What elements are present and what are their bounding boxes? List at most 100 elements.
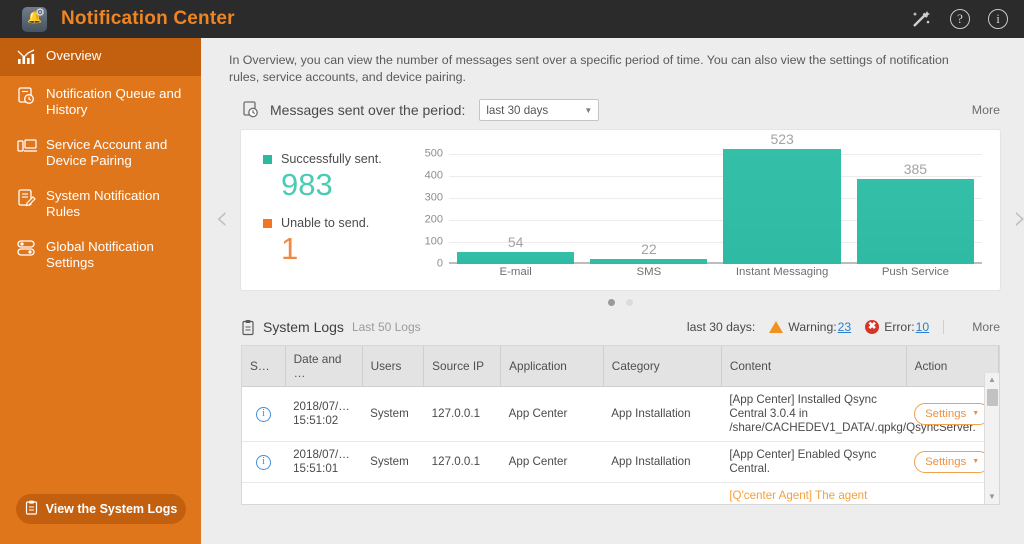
sidebar-item-label: Notification Queue and History — [46, 86, 182, 117]
application-cell: — — [500, 482, 604, 504]
chart-bars-icon — [16, 47, 46, 66]
x-tick: SMS — [636, 266, 662, 278]
table-column-header[interactable]: Source IP — [423, 346, 502, 387]
devices-icon — [16, 136, 46, 155]
source-ip-cell: 127.0.0.1 — [423, 441, 501, 483]
logs-more-link[interactable]: More — [972, 320, 1000, 334]
view-system-logs-label: View the System Logs — [45, 502, 178, 516]
y-tick: 0 — [436, 257, 443, 270]
error-count-link[interactable]: 10 — [916, 320, 930, 334]
category-cell: — — [603, 482, 722, 504]
settings-button[interactable]: Settings ▼ — [914, 403, 991, 425]
sidebar-item-label: Service Account and Device Pairing — [46, 137, 168, 168]
help-icon[interactable]: ? — [950, 9, 970, 29]
legend-label-fail: Unable to send. — [281, 216, 370, 230]
chart-bars: 54 22 523 385 — [449, 131, 982, 264]
clipboard-small-icon — [241, 319, 255, 336]
chevron-down-icon: ▼ — [972, 410, 980, 417]
y-tick: 100 — [424, 235, 443, 248]
success-total: 983 — [281, 167, 333, 202]
system-logs-subtitle: Last 50 Logs — [351, 320, 421, 334]
warning-icon — [769, 321, 784, 333]
sidebar-item-system-notification-rules[interactable]: System Notification Rules — [0, 178, 201, 229]
carousel-dot-1[interactable] — [608, 299, 615, 306]
period-select-value: last 30 days — [486, 103, 549, 117]
warning-badge: Warning: 23 — [769, 320, 851, 334]
titlebar-actions: ? i — [910, 8, 1008, 30]
scrollbar-thumb[interactable] — [987, 389, 998, 406]
scroll-down-icon[interactable]: ▼ — [985, 490, 999, 504]
error-label: Error: — [884, 320, 915, 334]
sidebar-item-service-account-and-device-pairing[interactable]: Service Account and Device Pairing — [0, 127, 201, 178]
scroll-up-icon[interactable]: ▲ — [985, 373, 999, 387]
sidebar-item-overview[interactable]: Overview — [0, 38, 201, 76]
table-row[interactable]: 2018/07/…15:44:41Qcenter127.0.0.1——[Q'ce… — [242, 482, 999, 504]
carousel-dot-2[interactable] — [626, 299, 633, 306]
period-select[interactable]: last 30 days ▼ — [479, 99, 600, 121]
content-cell: [App Center] Installed Qsync Central 3.0… — [721, 386, 976, 442]
wizard-wand-icon[interactable] — [910, 8, 932, 30]
user-cell: System — [362, 441, 424, 483]
history-document-icon — [16, 85, 46, 106]
category-cell: App Installation — [603, 441, 722, 483]
bar-column[interactable]: 54 — [449, 154, 582, 264]
legend-fail: Unable to send. — [263, 216, 413, 230]
source-ip-cell: 127.0.0.1 — [423, 386, 501, 442]
bar[interactable] — [590, 259, 708, 264]
system-logs-table-container: S… Date and … Users Source IP Application Cat… — [241, 345, 1000, 505]
info-icon[interactable]: i — [988, 9, 1008, 29]
x-tick: Push Service — [881, 266, 949, 278]
sidebar-item-label: Global Notification Settings — [46, 239, 154, 270]
intro-text: In Overview, you can view the number of … — [229, 53, 949, 84]
bar-column[interactable]: 385 — [849, 154, 982, 264]
bar-column[interactable]: 523 — [716, 131, 849, 264]
bar-column[interactable]: 22 — [582, 154, 715, 264]
table-scrollbar[interactable]: ▲ ▼ — [984, 373, 999, 504]
fail-total: 1 — [281, 231, 299, 266]
bar[interactable] — [856, 179, 974, 264]
table-row[interactable]: i 2018/07/… 15:51:01 System 127.0.0.1 App Cen… — [242, 441, 999, 483]
error-badge: ✖ Error: 10 — [865, 320, 929, 334]
bar[interactable] — [723, 148, 841, 264]
main-content: In Overview, you can view the number of … — [201, 38, 1024, 544]
y-tick: 200 — [424, 213, 443, 226]
x-tick: Instant Messaging — [735, 266, 829, 278]
table-header-row: S… Date and … Users Source IP Application Cat… — [242, 346, 999, 387]
bar-chart-plot: 0 100 200 300 400 500 54 22 523 385 E-mail SMS Ins… — [417, 131, 982, 278]
table-column-header[interactable]: Category — [603, 346, 722, 387]
logs-range-label: last 30 days: — [686, 320, 756, 334]
table-column-header[interactable]: Content — [721, 346, 907, 387]
x-tick: E-mail — [499, 266, 532, 278]
clipboard-icon — [25, 500, 38, 518]
period-more-link[interactable]: More — [972, 103, 1000, 117]
period-selector-row: Messages sent over the period: last 30 d… — [201, 86, 1024, 124]
sidebar-item-label: System Notification Rules — [46, 188, 160, 219]
table-column-header[interactable]: Date and … — [285, 346, 363, 387]
period-clock-icon — [241, 100, 261, 120]
bar-value-label: 385 — [903, 161, 928, 178]
sliders-icon — [16, 238, 46, 257]
bar-value-label: 22 — [641, 241, 657, 258]
settings-button[interactable]: Settings ▼ — [914, 451, 991, 473]
view-system-logs-button[interactable]: View the System Logs — [16, 494, 186, 524]
chevron-down-icon: ▼ — [972, 458, 980, 465]
chart-carousel: ‹ › Successfully sent. 983 Unable to sen… — [215, 130, 1024, 306]
table-column-header[interactable]: Users — [362, 346, 425, 387]
sidebar: Overview Notification Queue and History — [0, 38, 201, 544]
chevron-left-icon[interactable]: ‹ — [215, 201, 229, 235]
table-column-header[interactable]: Application — [500, 346, 604, 387]
rules-pencil-icon — [16, 187, 46, 208]
warning-count-link[interactable]: 23 — [838, 320, 852, 334]
table-row[interactable]: i 2018/07/… 15:51:02 System 127.0.0.1 App Cen… — [242, 386, 999, 442]
sidebar-item-notification-queue-and-history[interactable]: Notification Queue and History — [0, 76, 201, 127]
divider — [943, 320, 945, 334]
y-tick: 500 — [424, 147, 443, 160]
bar[interactable] — [456, 252, 575, 264]
table-column-header[interactable]: S… — [242, 346, 286, 387]
sidebar-item-global-notification-settings[interactable]: Global Notification Settings — [0, 229, 201, 280]
chart-legend: Successfully sent. 983 Unable to send. 1 — [263, 152, 413, 268]
date-cell: 2018/07/…15:44:41 — [285, 482, 363, 504]
sidebar-item-label: Overview — [46, 48, 102, 63]
chevron-down-icon: ▼ — [584, 105, 593, 115]
chevron-right-icon[interactable]: › — [1013, 201, 1024, 235]
